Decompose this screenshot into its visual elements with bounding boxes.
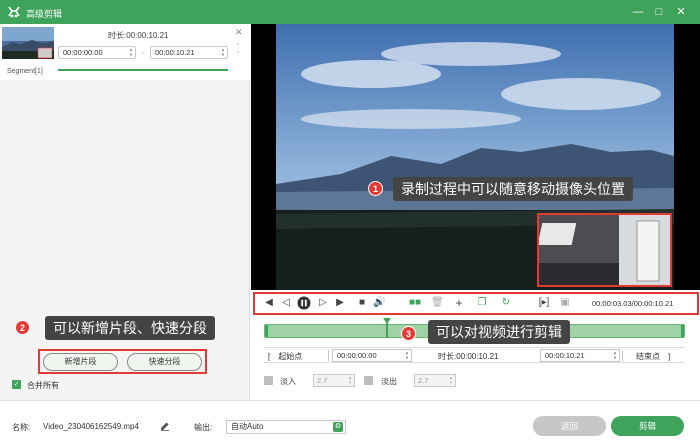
fade-in-input[interactable]: 2.7 ▲ ▼ [313,374,355,387]
fade-out-checkbox[interactable] [364,376,373,385]
file-name: Video_230406162549.mp4 [43,422,139,431]
fit-view-icon[interactable]: ▣ [559,297,571,309]
pause-icon[interactable] [297,296,311,310]
stepper-icon[interactable]: ▲ ▼ [348,375,352,385]
playhead-line [386,323,388,338]
timeline-end-handle[interactable] [681,325,684,337]
output-label: 输出: [194,423,213,432]
set-start-button[interactable]: [ 起始点 [268,351,302,362]
range-start-input[interactable]: 00:00:00.00 ▲ ▼ [332,349,412,362]
output-select[interactable]: 自动Auto ⚙ [226,420,346,434]
stepper-icon[interactable]: ▲ ▼ [449,375,453,385]
range-end-input[interactable]: 00:00:10.21 ▲ ▼ [540,349,620,362]
annotation-tip-1: 录制过程中可以随意移动摄像头位置 [393,177,633,201]
segment-card[interactable]: 时长:00:00:10.21 00:00:00.00 ▲ ▼ - 00:00:10… [0,24,250,80]
segment-thumbnail [2,27,54,59]
range-duration: 时长:00:00:10.21 [438,352,499,361]
copy-icon[interactable]: ❐ [477,297,487,309]
gear-icon[interactable]: ⚙ [333,422,343,432]
annotation-tip-3: 可以对视频进行剪辑 [428,320,570,344]
footer-bar: 名称: Video_230406162549.mp4 输出: 自动Auto ⚙ … [0,400,700,448]
merge-all-checkbox[interactable]: ✓ [12,380,21,389]
stepper-icon[interactable]: ▲ ▼ [613,350,617,360]
quick-split-button[interactable]: 快速分段 [127,353,202,371]
annotation-badge-1: 1 [368,181,383,196]
segment-panel: 时长:00:00:10.21 00:00:00.00 ▲ ▼ - 00:00:10… [0,24,250,400]
stop-icon[interactable]: ■ [357,297,367,309]
player-controls: ◀ ◁ ▷ ▶ ■ 🔊 ■■ 🗑 + ❐ ↻ [▸] ▣ 00:00:03.03… [251,290,700,316]
back-button[interactable]: 返回 [533,416,606,436]
segment-progress-bar [58,69,228,71]
fade-in-checkbox[interactable] [264,376,273,385]
previous-frame-icon[interactable]: ◁ [281,297,291,309]
timeline-start-handle[interactable] [265,325,268,337]
cut-button[interactable]: 剪辑 [611,416,684,436]
segment-start-input[interactable]: 00:00:00.00 ▲ ▼ [58,46,136,59]
segment-name: Segment[1] [7,68,43,75]
range-separator [328,350,329,361]
add-icon[interactable]: + [454,297,464,309]
volume-icon[interactable]: 🔊 [373,297,385,309]
webcam-frame [537,215,670,285]
range-separator [622,350,623,361]
delete-segment-icon[interactable]: ✕ [235,27,243,38]
merge-all-label: 合并所有 [27,381,59,390]
time-separator: - [142,48,145,57]
segment-end-input[interactable]: 00:00:10.21 ▲ ▼ [150,46,228,59]
segment-duration: 时长:00:00:10.21 [108,31,169,40]
set-end-button[interactable]: 结束点 ] [636,351,670,362]
name-label: 名称: [12,423,31,432]
go-to-start-icon[interactable]: ◀ [263,297,275,309]
app-logo-icon [8,6,20,18]
title-bar: 高级剪辑 — □ ✕ [0,0,700,24]
reorder-icon[interactable]: ⌃ ⌄ [236,43,240,55]
reset-icon[interactable]: ↻ [500,297,512,309]
stepper-icon[interactable]: ▲ ▼ [405,350,409,360]
maximize-icon[interactable]: □ [651,4,667,20]
split-icon[interactable]: ■■ [407,297,423,309]
stepper-icon[interactable]: ▲ ▼ [129,47,133,57]
delete-icon[interactable]: 🗑 [431,297,444,309]
add-segment-button[interactable]: 新增片段 [43,353,118,371]
close-icon[interactable]: ✕ [673,4,689,20]
next-frame-icon[interactable]: ▷ [318,297,328,309]
player-timecode: 00:00:03.03/00:00:10.21 [592,299,674,308]
annotation-badge-2: 2 [15,320,30,335]
fade-in-label: 淡入 [280,377,296,386]
fade-out-input[interactable]: 2.7 ▲ ▼ [414,374,456,387]
annotation-badge-3: 3 [401,326,416,341]
stepper-icon[interactable]: ▲ ▼ [221,47,225,57]
annotation-tip-2: 可以新增片段、快速分段 [45,316,215,340]
window-title: 高级剪辑 [26,9,63,19]
go-to-end-icon[interactable]: ▶ [334,297,346,309]
video-preview[interactable]: 1 录制过程中可以随意移动摄像头位置 [251,24,700,290]
jump-marker-icon[interactable]: [▸] [537,297,551,309]
webcam-overlay[interactable] [537,213,672,287]
edit-icon[interactable] [160,421,170,431]
fade-out-label: 淡出 [381,377,397,386]
range-bar: [ 起始点 00:00:00.00 ▲ ▼ 时长:00:00:10.21 00:0… [264,347,685,363]
minimize-icon[interactable]: — [630,4,646,20]
